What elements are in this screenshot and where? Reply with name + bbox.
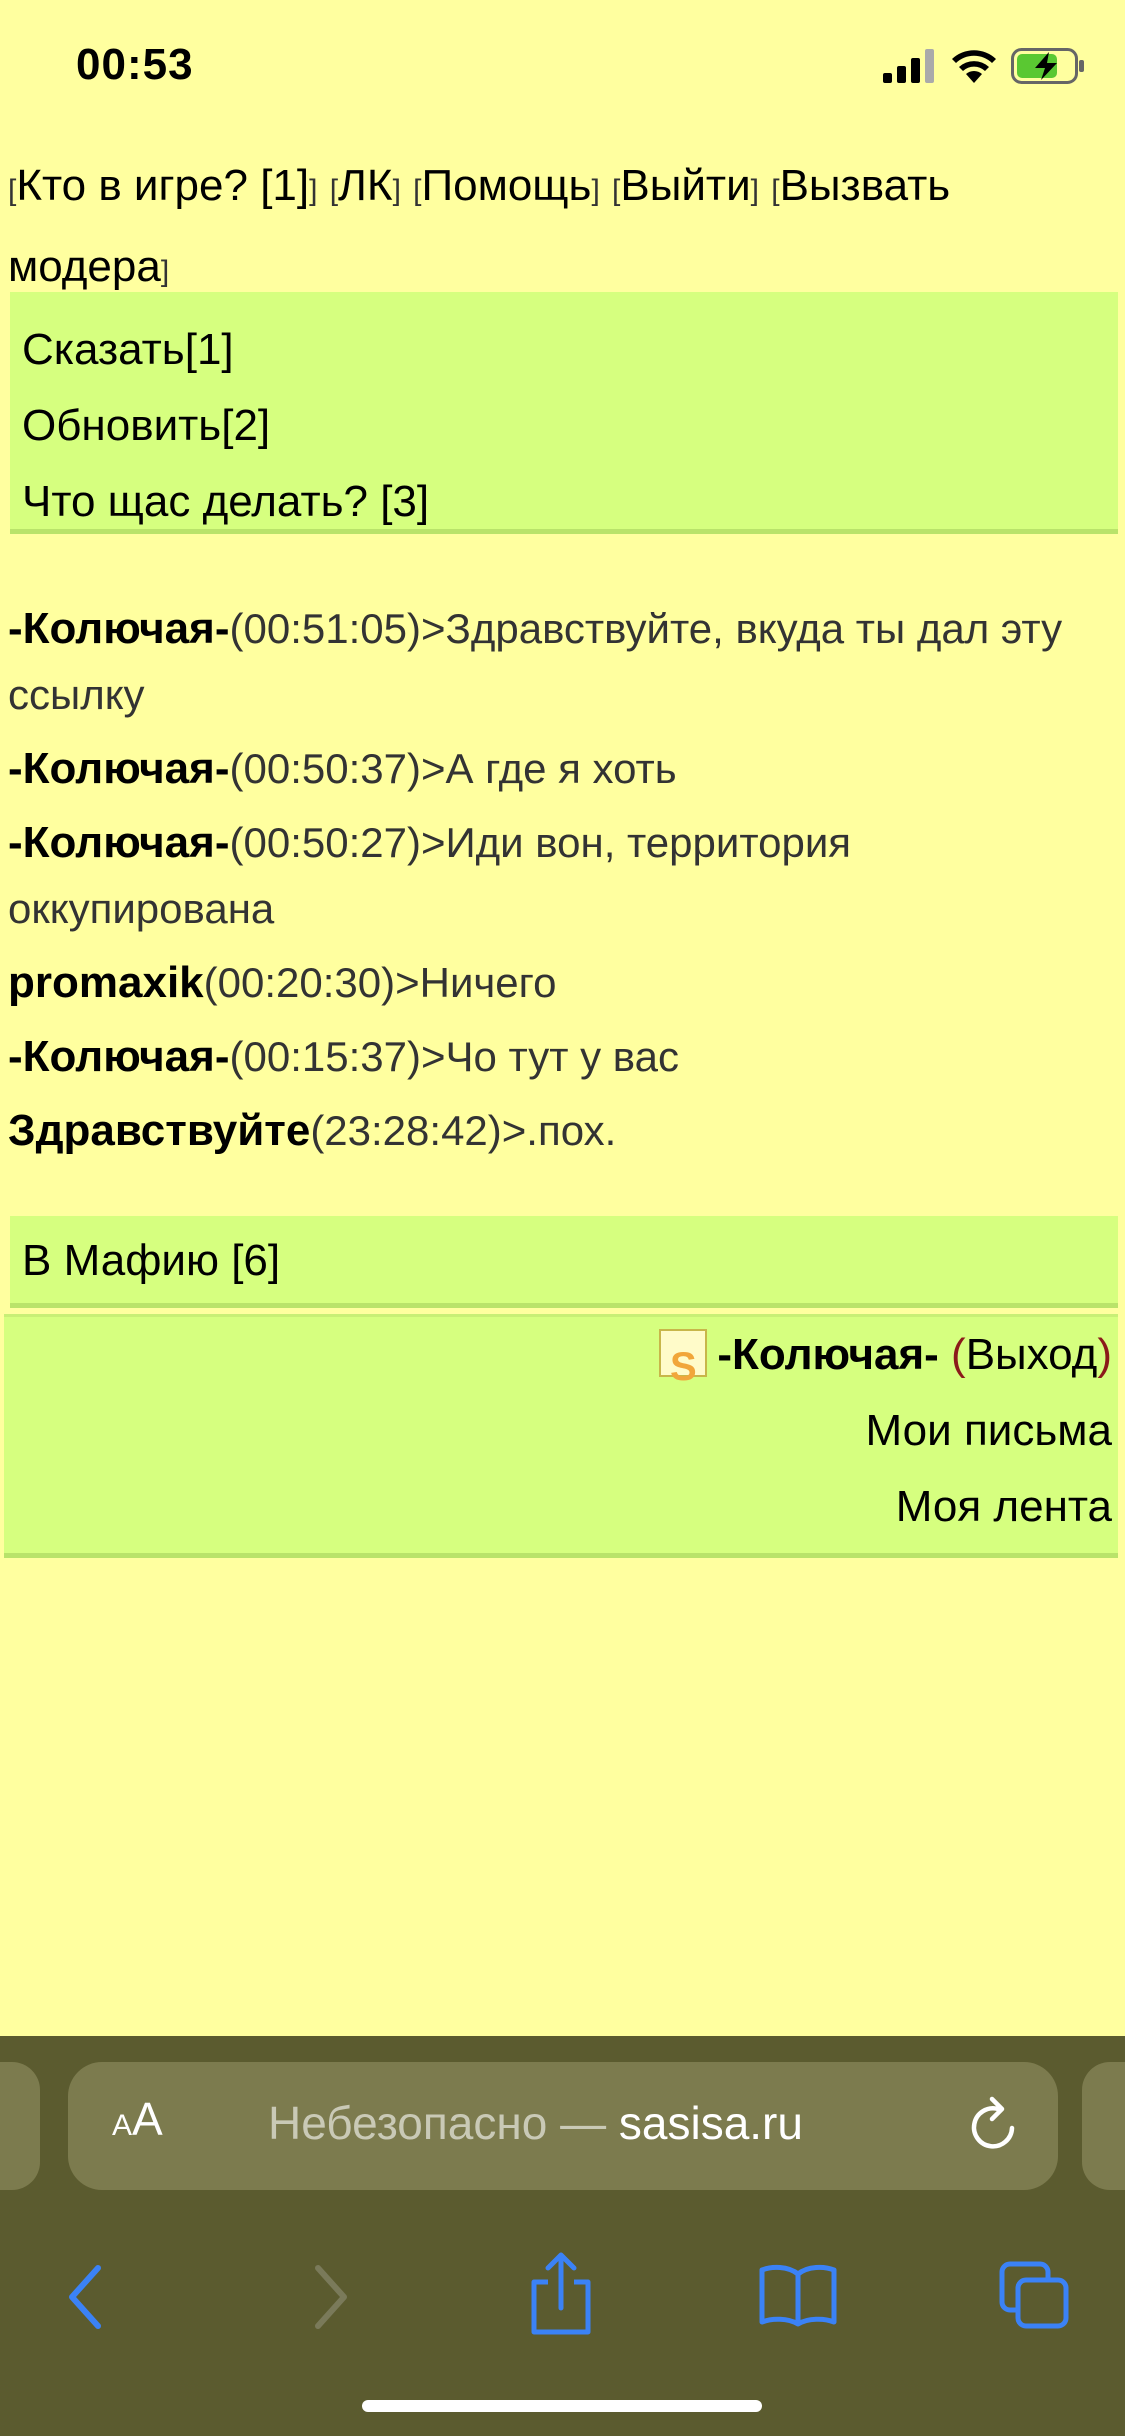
share-icon[interactable] [528,2252,594,2336]
tabs-icon[interactable] [998,2260,1070,2330]
address-bar[interactable]: AA Небезопасно — sasisa.ru [68,2062,1058,2190]
chat-log: -Колючая-(00:51:05)>Здравствуйте, вкуда … [8,596,1116,1172]
refresh-link[interactable]: Обновить[2] [10,388,1118,464]
chat-time: (23:28:42) [310,1107,502,1154]
chat-time: (00:51:05) [229,605,421,652]
mafia-link[interactable]: В Мафию [6] [10,1216,1118,1308]
next-tab-pill[interactable] [1082,2062,1125,2190]
chat-message: -Колючая-(00:15:37)>Чо тут у вас [8,1024,1116,1090]
status-icons [883,48,1085,84]
chat-message: -Колючая-(00:50:37)>А где я хоть [8,736,1116,802]
back-icon[interactable] [62,2262,112,2332]
chat-nick[interactable]: -Колючая- [8,818,229,867]
say-link[interactable]: Сказать[1] [10,312,1118,388]
action-menu: Сказать[1] Обновить[2] Что щас делать? [… [10,292,1118,534]
forward-icon[interactable] [304,2262,354,2332]
chat-nick[interactable]: Здравствуйте [8,1106,310,1155]
url-text[interactable]: Небезопасно — sasisa.ru [268,2096,803,2150]
chat-time: (00:50:37) [229,745,421,792]
who-in-game-link[interactable]: Кто в игре? [1] [16,161,309,210]
user-panel: S -Колючая- (Выход) Мои письма Моя лента [4,1314,1118,1558]
chat-text: >А где я хоть [420,745,677,792]
previous-tab-pill[interactable] [0,2062,40,2190]
chat-time: (00:15:37) [229,1033,421,1080]
what-to-do-link[interactable]: Что щас делать? [3] [10,464,1118,540]
status-badge-icon: S [659,1329,708,1389]
browser-nav-row [0,2232,1125,2372]
chat-message: -Колючая-(00:51:05)>Здравствуйте, вкуда … [8,596,1116,728]
chat-message: promaxik(00:20:30)>Ничего [8,950,1116,1016]
chat-message: Здравствуйте(23:28:42)>.пох. [8,1098,1116,1164]
wifi-icon [952,50,996,83]
exit-link[interactable]: Выход [966,1330,1098,1379]
signal-icon [883,49,934,83]
status-bar: 00:53 [0,0,1125,130]
bookmarks-icon[interactable] [758,2262,838,2328]
lk-link[interactable]: ЛК [338,161,393,210]
logout-link[interactable]: Выйти [620,161,750,210]
status-time: 00:53 [76,40,194,89]
battery-charging-icon [1011,48,1084,84]
chat-message: -Колючая-(00:50:27)>Иди вон, территория … [8,810,1116,942]
chat-nick[interactable]: -Колючая- [8,604,229,653]
reload-icon[interactable] [966,2096,1022,2154]
top-nav-links: [Кто в игре? [1]] [ЛК] [Помощь] [Выйти] … [8,161,951,291]
chat-nick[interactable]: -Колючая- [8,1032,229,1081]
chat-time: (00:50:27) [229,819,421,866]
user-line: S -Колючая- (Выход) [4,1317,1112,1393]
chat-text: >Чо тут у вас [420,1033,679,1080]
my-feed-link[interactable]: Моя лента [4,1469,1112,1545]
help-link[interactable]: Помощь [421,161,591,210]
chat-nick[interactable]: promaxik [8,958,204,1007]
chat-time: (00:20:30) [203,959,396,1006]
chat-text: >.пох. [501,1107,617,1154]
reader-aa-button[interactable]: AA [112,2092,163,2146]
user-nick[interactable]: -Колючая- [717,1330,938,1379]
my-letters-link[interactable]: Мои письма [4,1393,1112,1469]
chat-text: >Ничего [395,959,557,1006]
home-indicator[interactable] [362,2400,762,2412]
browser-toolbar: AA Небезопасно — sasisa.ru [0,2036,1125,2436]
chat-nick[interactable]: -Колючая- [8,744,229,793]
